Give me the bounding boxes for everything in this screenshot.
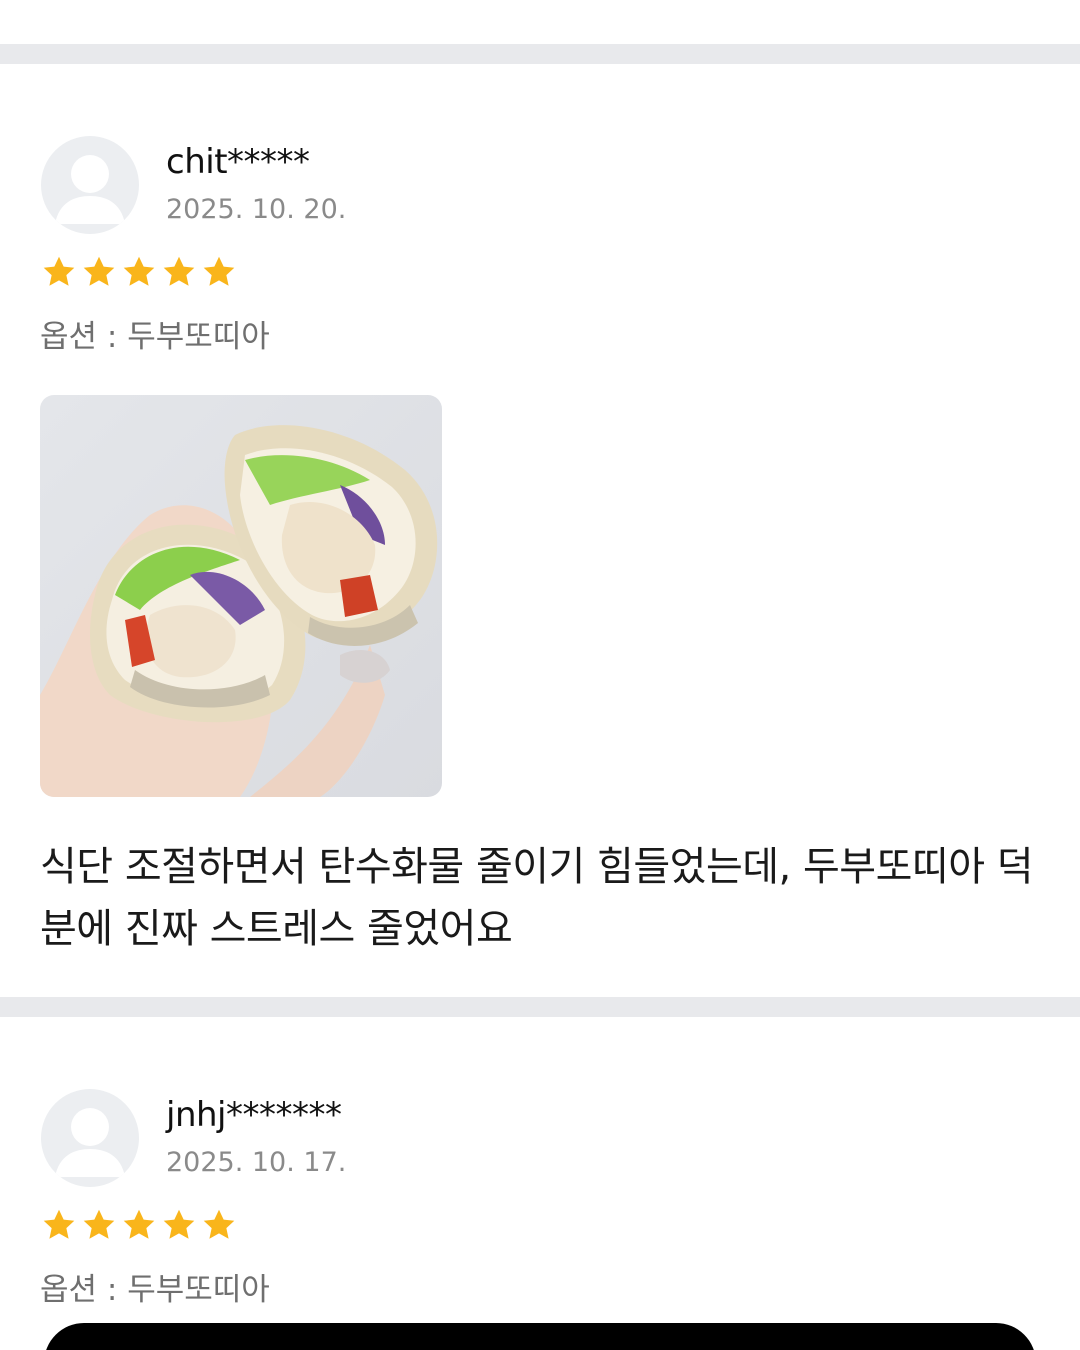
star-icon (121, 254, 157, 294)
review-list-page: chit***** 2025. 10. 20. 옵션 : 두부또띠아 식단 조절… (0, 0, 1080, 1350)
reviewer-username: jnhj******* (166, 1095, 342, 1135)
section-divider (0, 997, 1080, 1017)
star-icon (81, 1207, 117, 1247)
star-icon (41, 254, 77, 294)
review-option: 옵션 : 두부또띠아 (40, 1272, 270, 1308)
star-rating (41, 1207, 237, 1247)
star-icon (121, 1207, 157, 1247)
star-icon (41, 1207, 77, 1247)
user-placeholder-icon (41, 1089, 139, 1187)
section-divider (0, 44, 1080, 64)
star-icon (201, 254, 237, 294)
star-icon (81, 254, 117, 294)
star-icon (161, 1207, 197, 1247)
reviewer-username: chit***** (166, 142, 310, 182)
review-option: 옵션 : 두부또띠아 (40, 319, 270, 355)
bottom-action-bar[interactable] (44, 1323, 1036, 1350)
review-date: 2025. 10. 20. (166, 194, 347, 225)
star-icon (161, 254, 197, 294)
review-photo[interactable] (40, 395, 442, 797)
star-rating (41, 254, 237, 294)
user-placeholder-icon (41, 136, 139, 234)
star-icon (201, 1207, 237, 1247)
review-date: 2025. 10. 17. (166, 1147, 347, 1178)
review-body-text: 식단 조절하면서 탄수화물 줄이기 힘들었는데, 두부또띠아 덕분에 진짜 스트… (40, 844, 1034, 952)
